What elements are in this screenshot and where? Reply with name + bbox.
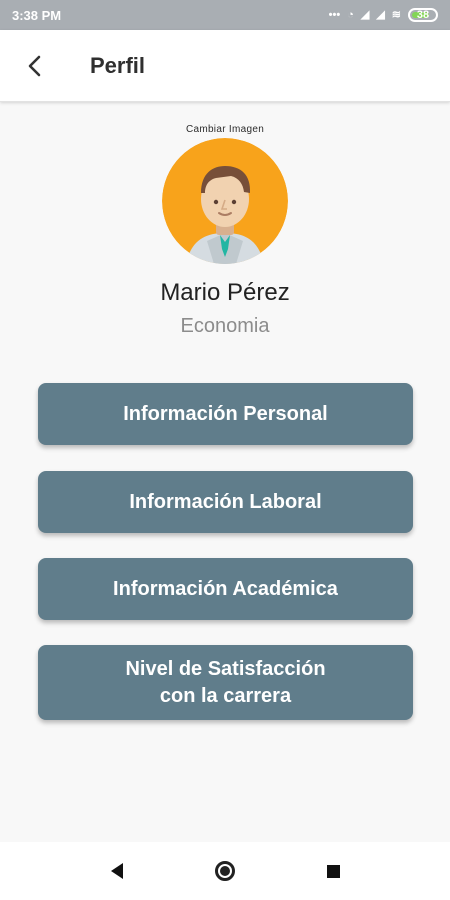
system-recent-apps-button[interactable]: [316, 854, 350, 888]
recent-apps-icon: [326, 864, 340, 878]
personal-information-button[interactable]: Información Personal: [38, 383, 413, 445]
academic-information-label: Información Académica: [113, 577, 338, 600]
work-information-button[interactable]: Información Laboral: [38, 471, 413, 533]
satisfaction-level-button[interactable]: Nivel de Satisfacción con la carrera: [38, 645, 413, 720]
personal-information-label: Información Personal: [123, 402, 328, 425]
status-icons: ••• ◔ ◢ ◢ ≋ 38: [329, 8, 438, 22]
more-icon: •••: [328, 8, 341, 21]
back-triangle-icon: [111, 863, 123, 879]
profile-section: Cambiar Imagen Mario Pérez Economia: [0, 124, 450, 338]
wifi-icon: ≋: [391, 8, 401, 21]
chevron-left-icon: [28, 55, 41, 76]
status-time: 3:38 PM: [12, 7, 62, 23]
alarm-icon: ◔: [347, 8, 354, 21]
user-field: Economia: [180, 315, 270, 337]
satisfaction-line-2: con la carrera: [159, 684, 292, 707]
work-information-label: Información Laboral: [129, 490, 322, 513]
signal-icon: ◢: [376, 8, 385, 21]
system-home-button[interactable]: [208, 854, 242, 888]
system-navigation-bar: [0, 842, 450, 900]
back-button[interactable]: [0, 30, 70, 102]
battery-icon: 38: [408, 8, 438, 22]
avatar[interactable]: [162, 138, 288, 264]
app-bar: Perfil: [0, 30, 450, 102]
battery-level: 38: [416, 8, 430, 21]
academic-information-button[interactable]: Información Académica: [38, 558, 413, 620]
satisfaction-line-1: Nivel de Satisfacción: [125, 657, 326, 680]
user-name: Mario Pérez: [160, 279, 290, 306]
home-circle-icon: [215, 861, 235, 881]
change-image-link[interactable]: Cambiar Imagen: [0, 124, 450, 135]
system-back-button[interactable]: [100, 854, 134, 888]
signal-icon: ◢: [360, 8, 370, 21]
page-title: Perfil: [90, 52, 146, 78]
avatar-icon: [162, 138, 288, 264]
satisfaction-level-label: Nivel de Satisfacción con la carrera: [125, 656, 325, 709]
status-bar: 3:38 PM ••• ◔ ◢ ◢ ≋ 38: [0, 0, 450, 30]
